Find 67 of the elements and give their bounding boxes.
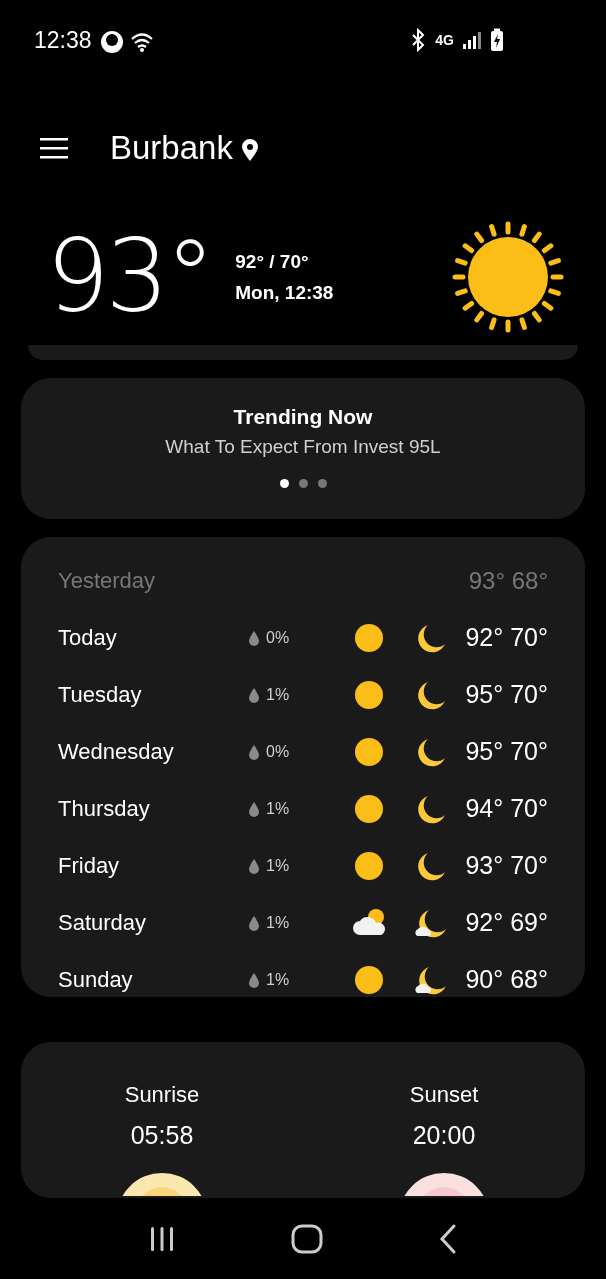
temperature-range: 95° 70°: [464, 736, 548, 768]
sun-icon: [354, 850, 384, 881]
day-name: Today: [58, 624, 118, 653]
sun-icon: [354, 622, 384, 653]
raindrop-icon: [248, 971, 260, 988]
precipitation-chance: 1%: [266, 969, 290, 990]
home-icon[interactable]: [291, 1222, 323, 1255]
sun-time-value: 05:58: [130, 1120, 194, 1152]
trending-title: Trending Now: [232, 403, 374, 430]
yesterday-label: Yesterday: [58, 567, 156, 596]
yesterday-temperatures: 93° 68°: [468, 565, 548, 596]
carousel-dot[interactable]: [279, 478, 289, 488]
sun-time-label: Sunrise: [124, 1081, 200, 1110]
raindrop-icon: [248, 686, 260, 703]
carousel-dot[interactable]: [298, 478, 308, 488]
trending-headline[interactable]: What To Expect From Invest 95L: [21, 433, 585, 460]
moon-cloud-icon: [413, 907, 449, 938]
raindrop-icon: [248, 914, 260, 931]
temperature-range: 92° 70°: [464, 622, 548, 654]
cloud-sun-icon: [351, 907, 387, 938]
updated-time: Mon, 12:38: [235, 281, 334, 306]
wifi-icon: [129, 30, 154, 54]
sun-time-value: 20:00: [412, 1120, 476, 1152]
sun-icon: [354, 736, 384, 767]
day-name: Wednesday: [58, 738, 175, 767]
current-temperature: 93°: [46, 227, 212, 328]
moon-cloud-icon: [413, 964, 449, 995]
moon-icon: [416, 793, 446, 824]
menu-icon[interactable]: [40, 135, 68, 160]
raindrop-icon: [248, 857, 260, 874]
signal-icon: [462, 30, 482, 50]
moon-icon: [416, 679, 446, 710]
raindrop-icon: [248, 743, 260, 760]
network-type: 4G: [435, 32, 454, 48]
high-low-temperature: 92° / 70°: [235, 250, 310, 275]
temperature-range: 95° 70°: [464, 679, 548, 711]
moon-icon: [416, 736, 446, 767]
temperature-range: 90° 68°: [464, 964, 548, 996]
temperature-range: 94° 70°: [464, 793, 548, 825]
profile-icon: [99, 30, 124, 54]
raindrop-icon: [248, 629, 260, 646]
day-name: Thursday: [58, 795, 151, 824]
temperature-range: 92° 69°: [464, 907, 548, 939]
day-name: Sunday: [58, 966, 134, 995]
sun-icon: [354, 964, 384, 995]
battery-icon: [490, 28, 504, 52]
precipitation-chance: 1%: [266, 912, 290, 933]
precipitation-chance: 1%: [266, 684, 290, 705]
precipitation-chance: 1%: [266, 798, 290, 819]
sun-time-label: Sunset: [409, 1081, 479, 1110]
moon-icon: [416, 850, 446, 881]
day-name: Friday: [58, 852, 121, 881]
precipitation-chance: 1%: [266, 855, 290, 876]
sun-icon: [354, 679, 384, 710]
location-pin-icon: [240, 137, 259, 162]
temperature-range: 93° 70°: [464, 850, 548, 882]
day-name: Tuesday: [58, 681, 143, 710]
sun-icon: [354, 793, 384, 824]
moon-icon: [416, 622, 446, 653]
day-name: Saturday: [58, 909, 148, 938]
precipitation-chance: 0%: [266, 741, 290, 762]
trending-card[interactable]: Trending Now What To Expect From Invest 95L: [21, 377, 585, 520]
location-name[interactable]: Burbank: [110, 127, 233, 168]
raindrop-icon: [248, 800, 260, 817]
status-time: 12:38: [34, 26, 92, 54]
precipitation-chance: 0%: [266, 627, 290, 648]
carousel-dot[interactable]: [317, 478, 327, 488]
